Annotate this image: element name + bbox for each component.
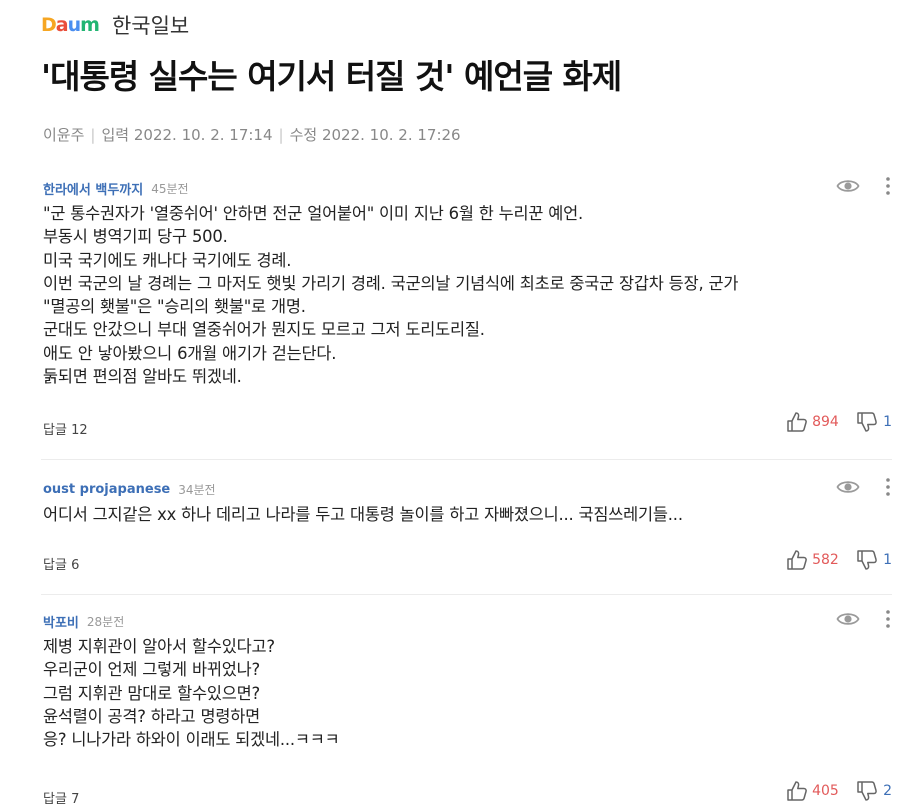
published-label: 입력 bbox=[101, 126, 130, 144]
more-options-icon[interactable] bbox=[884, 175, 892, 197]
like-count: 894 bbox=[812, 414, 839, 430]
comment-header: 박포비 28분전 bbox=[43, 612, 125, 631]
article-title: '대통령 실수는 여기서 터질 것' 예언글 화제 bbox=[41, 57, 622, 96]
comment-author[interactable]: oust projapanese bbox=[43, 482, 170, 497]
dislike-count: 1 bbox=[883, 414, 892, 430]
dislike-count: 1 bbox=[883, 552, 892, 568]
meta-divider: | bbox=[278, 126, 284, 144]
more-options-icon[interactable] bbox=[884, 476, 892, 498]
reply-label: 답글 bbox=[43, 792, 67, 807]
published-time: 2022. 10. 2. 17:14 bbox=[133, 126, 273, 144]
thumbs-up-icon bbox=[787, 412, 807, 432]
reply-button[interactable]: 답글 12 bbox=[43, 419, 88, 438]
modified-label: 수정 bbox=[289, 126, 318, 144]
like-button[interactable]: 894 bbox=[786, 411, 842, 433]
comment-divider bbox=[41, 459, 892, 460]
eye-icon[interactable] bbox=[836, 607, 860, 631]
article-meta: 이윤주 | 입력 2022. 10. 2. 17:14 | 수정 2022. 10. 2… bbox=[43, 124, 461, 145]
comment-item: 한라에서 백두까지 45분전 "군 통수권자가 '열중쉬어' 안하면 전군 얼어… bbox=[41, 177, 892, 442]
reply-label: 답글 bbox=[43, 423, 67, 438]
eye-icon[interactable] bbox=[836, 475, 860, 499]
comment-time: 45분전 bbox=[151, 181, 189, 196]
comment-author[interactable]: 박포비 bbox=[43, 612, 79, 631]
article-author: 이윤주 bbox=[43, 126, 85, 144]
reply-count: 6 bbox=[71, 558, 80, 573]
comment-header: oust projapanese 34분전 bbox=[43, 481, 216, 497]
vote-group: 405 2 bbox=[786, 780, 892, 802]
comment-item: 박포비 28분전 제병 지휘관이 알아서 할수있다고? 우리군이 언제 그렇게 … bbox=[41, 610, 892, 807]
comment-item: oust projapanese 34분전 어디서 그지같은 xx 하나 데리고… bbox=[41, 478, 892, 581]
more-options-icon[interactable] bbox=[884, 608, 892, 630]
comment-time: 34분전 bbox=[178, 482, 216, 497]
vote-group: 582 1 bbox=[786, 549, 892, 571]
like-button[interactable]: 405 bbox=[786, 780, 842, 802]
comment-divider bbox=[41, 594, 892, 595]
dislike-button[interactable]: 1 bbox=[856, 549, 892, 571]
reply-button[interactable]: 답글 6 bbox=[43, 554, 79, 573]
like-count: 582 bbox=[812, 552, 839, 568]
comment-body: 제병 지휘관이 알아서 할수있다고? 우리군이 언제 그렇게 바뀌었나? 그럼 … bbox=[43, 637, 340, 750]
eye-icon[interactable] bbox=[836, 174, 860, 198]
thumbs-up-icon bbox=[787, 550, 807, 570]
like-count: 405 bbox=[812, 783, 839, 799]
thumbs-down-icon bbox=[857, 412, 877, 432]
reply-button[interactable]: 답글 7 bbox=[43, 788, 79, 807]
reply-count: 12 bbox=[71, 423, 88, 438]
meta-divider: | bbox=[90, 126, 96, 144]
vote-group: 894 1 bbox=[786, 411, 892, 433]
modified-time: 2022. 10. 2. 17:26 bbox=[321, 126, 461, 144]
comment-body: "군 통수권자가 '열중쉬어' 안하면 전군 얼어붙어" 이미 지난 6월 한 … bbox=[43, 204, 739, 387]
dislike-button[interactable]: 2 bbox=[856, 780, 892, 802]
thumbs-down-icon bbox=[857, 550, 877, 570]
like-button[interactable]: 582 bbox=[786, 549, 842, 571]
press-name[interactable]: 한국일보 bbox=[112, 10, 189, 40]
dislike-count: 2 bbox=[883, 783, 892, 799]
dislike-button[interactable]: 1 bbox=[856, 411, 892, 433]
thumbs-down-icon bbox=[857, 781, 877, 801]
reply-label: 답글 bbox=[43, 558, 67, 573]
comment-author[interactable]: 한라에서 백두까지 bbox=[43, 179, 143, 198]
site-header: Daum 한국일보 bbox=[41, 11, 189, 39]
reply-count: 7 bbox=[71, 792, 80, 807]
comment-body: 어디서 그지같은 xx 하나 데리고 나라를 두고 대통령 놀이를 하고 자빠졌… bbox=[43, 505, 683, 524]
thumbs-up-icon bbox=[787, 781, 807, 801]
comment-header: 한라에서 백두까지 45분전 bbox=[43, 179, 189, 198]
comment-time: 28분전 bbox=[86, 614, 125, 629]
daum-logo[interactable]: Daum bbox=[41, 15, 100, 35]
